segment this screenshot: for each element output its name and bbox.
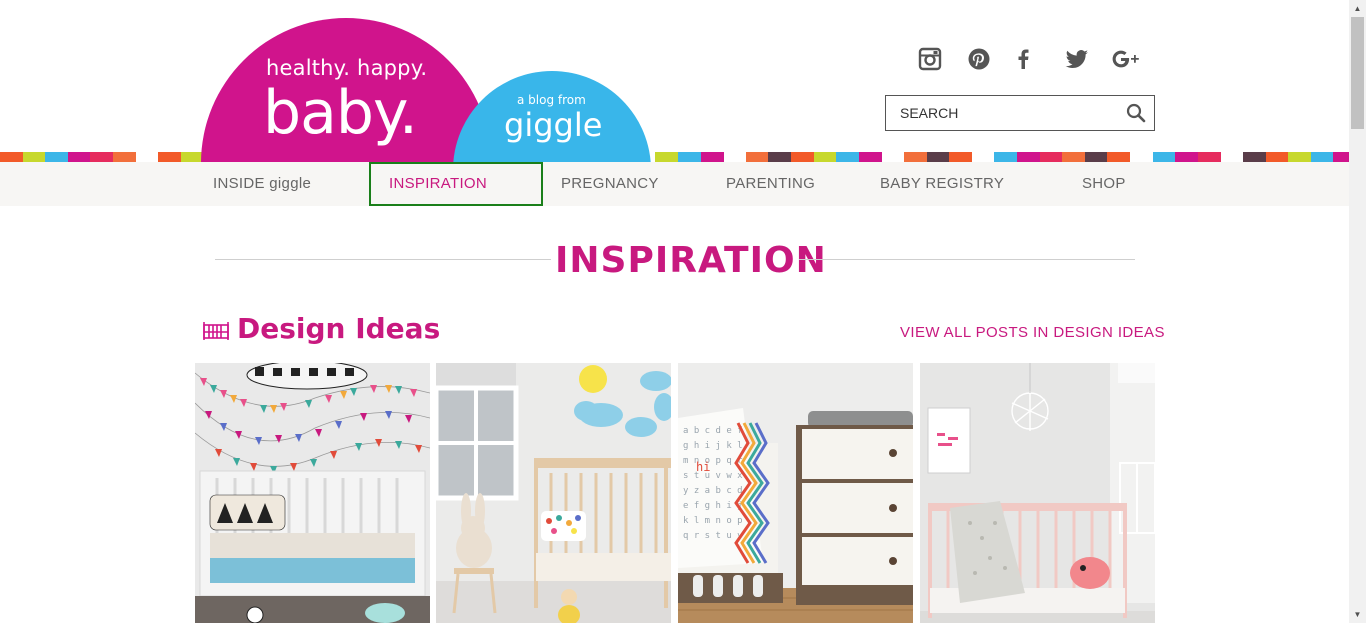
post-thumbnail[interactable] bbox=[195, 363, 430, 623]
logo-name: baby. bbox=[263, 78, 418, 148]
post-thumbnail[interactable] bbox=[436, 363, 671, 623]
svg-text:a b c d e f: a b c d e f bbox=[683, 426, 743, 436]
category-title: Design Ideas bbox=[237, 312, 441, 345]
crib-icon bbox=[202, 318, 230, 342]
logo[interactable]: healthy. happy. baby. a blog from giggle bbox=[0, 0, 1349, 162]
svg-text:q r s t u v: q r s t u v bbox=[683, 531, 743, 541]
main-nav: INSIDE giggle INSPIRATION PREGNANCY PARE… bbox=[0, 162, 1349, 206]
page-title: INSPIRATION bbox=[555, 240, 827, 281]
google-plus-icon[interactable] bbox=[1112, 45, 1140, 73]
logo-blog-prefix: a blog from bbox=[517, 93, 586, 107]
svg-text:g h i j k l: g h i j k l bbox=[683, 441, 743, 451]
post-thumbnail[interactable] bbox=[920, 363, 1155, 623]
nav-item-baby-registry[interactable]: BABY REGISTRY bbox=[880, 162, 1004, 206]
svg-text:y z a b c d: y z a b c d bbox=[683, 486, 743, 496]
scrollbar-thumb[interactable] bbox=[1351, 17, 1364, 129]
nav-item-shop[interactable]: SHOP bbox=[1082, 162, 1126, 206]
instagram-icon[interactable] bbox=[916, 45, 944, 73]
twitter-icon[interactable] bbox=[1063, 45, 1091, 73]
vertical-scrollbar[interactable]: ▲ ▼ bbox=[1349, 0, 1366, 623]
svg-text:s t u v w x: s t u v w x bbox=[683, 471, 743, 481]
title-divider-right bbox=[799, 259, 1135, 260]
logo-tagline: healthy. happy. bbox=[266, 56, 428, 80]
site-header: healthy. happy. baby. a blog from giggle bbox=[0, 0, 1357, 162]
scroll-up-arrow-icon[interactable]: ▲ bbox=[1349, 0, 1366, 17]
svg-text:m n o p q r: m n o p q r bbox=[683, 456, 743, 466]
search-box bbox=[885, 95, 1155, 131]
nav-item-pregnancy[interactable]: PREGNANCY bbox=[561, 162, 659, 206]
post-thumbnail[interactable]: a b c d e f g h i j k l m n o p q r s t u v… bbox=[678, 363, 913, 623]
scroll-down-arrow-icon[interactable]: ▼ bbox=[1349, 606, 1366, 623]
logo-brand: giggle bbox=[504, 106, 603, 144]
facebook-icon[interactable] bbox=[1010, 45, 1038, 73]
nav-item-inside-giggle[interactable]: INSIDE giggle bbox=[213, 162, 311, 206]
search-input[interactable] bbox=[886, 96, 1116, 130]
nav-item-parenting[interactable]: PARENTING bbox=[726, 162, 815, 206]
nav-item-inspiration[interactable]: INSPIRATION bbox=[369, 162, 543, 206]
svg-text:e f g h i j: e f g h i j bbox=[683, 501, 743, 511]
pinterest-icon[interactable] bbox=[965, 45, 993, 73]
view-all-link[interactable]: VIEW ALL POSTS IN DESIGN IDEAS bbox=[900, 324, 1165, 341]
svg-text:hi: hi bbox=[696, 460, 710, 474]
svg-text:k l m n o p: k l m n o p bbox=[683, 516, 743, 526]
title-divider-left bbox=[215, 259, 551, 260]
search-icon[interactable] bbox=[1126, 103, 1146, 123]
